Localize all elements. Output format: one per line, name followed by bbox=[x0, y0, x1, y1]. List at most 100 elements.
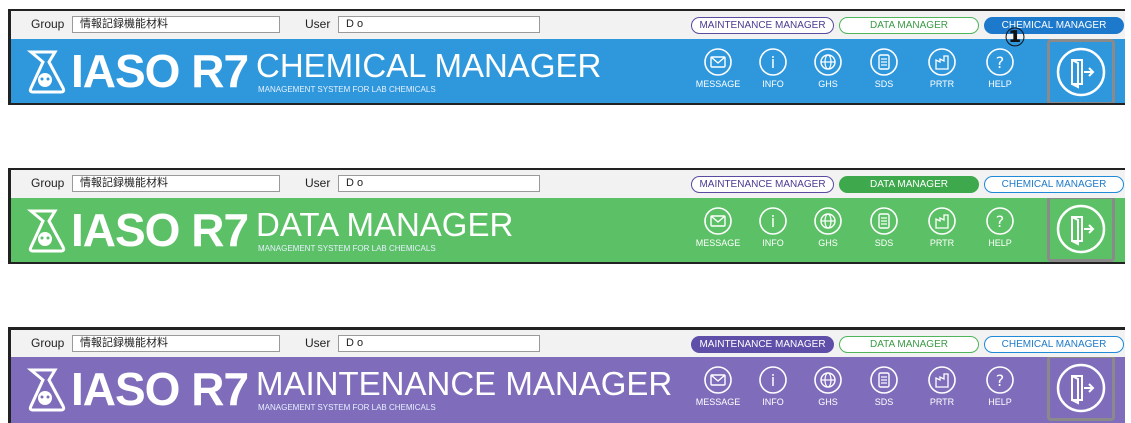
help-button[interactable]: ? HELP bbox=[973, 206, 1027, 248]
help-button[interactable]: ? HELP bbox=[973, 365, 1027, 407]
top-bar: Group 情報記録機能材料 User D o MAINTENANCE MANA… bbox=[8, 9, 1125, 39]
data-manager-button[interactable]: DATA MANAGER bbox=[839, 336, 979, 353]
header-maintenance-manager: Group 情報記録機能材料 User D o MAINTENANCE MANA… bbox=[8, 327, 1125, 423]
prtr-label: PRTR bbox=[929, 238, 955, 248]
svg-text:i: i bbox=[771, 371, 775, 390]
info-icon: i bbox=[759, 48, 787, 76]
factory-icon bbox=[928, 48, 956, 76]
prtr-label: PRTR bbox=[929, 79, 955, 89]
exit-button[interactable] bbox=[1047, 39, 1115, 103]
exit-door-icon bbox=[1056, 204, 1106, 254]
factory-icon bbox=[928, 366, 956, 394]
top-bar: Group 情報記録機能材料 User D o MAINTENANCE MANA… bbox=[8, 168, 1125, 198]
exit-door-icon bbox=[1056, 363, 1106, 413]
info-label: INFO bbox=[762, 79, 784, 89]
user-field[interactable]: D o bbox=[338, 16, 540, 33]
sds-button[interactable]: SDS bbox=[857, 47, 911, 89]
app-title: CHEMICAL MANAGER bbox=[256, 47, 602, 84]
prtr-button[interactable]: PRTR bbox=[915, 47, 969, 89]
exit-button[interactable] bbox=[1047, 357, 1115, 421]
user-field[interactable]: D o bbox=[338, 335, 540, 352]
help-icon: ? bbox=[986, 366, 1014, 394]
globe-icon bbox=[814, 48, 842, 76]
mascot-logo-icon bbox=[26, 50, 66, 94]
group-label: Group bbox=[31, 176, 65, 190]
info-button[interactable]: i INFO bbox=[746, 47, 800, 89]
app-title: MAINTENANCE MANAGER bbox=[256, 365, 673, 402]
data-manager-button[interactable]: DATA MANAGER bbox=[839, 176, 979, 193]
help-label: HELP bbox=[988, 238, 1012, 248]
group-field[interactable]: 情報記録機能材料 bbox=[72, 335, 280, 352]
help-icon: ? bbox=[986, 207, 1014, 235]
prtr-button[interactable]: PRTR bbox=[915, 206, 969, 248]
group-label: Group bbox=[31, 17, 65, 31]
svg-text:i: i bbox=[771, 53, 775, 72]
ghs-button[interactable]: GHS bbox=[801, 47, 855, 89]
sds-button[interactable]: SDS bbox=[857, 365, 911, 407]
sds-label: SDS bbox=[874, 79, 894, 89]
info-icon: i bbox=[759, 207, 787, 235]
sds-label: SDS bbox=[874, 238, 894, 248]
group-field[interactable]: 情報記録機能材料 bbox=[72, 175, 280, 192]
help-label: HELP bbox=[988, 397, 1012, 407]
user-field[interactable]: D o bbox=[338, 175, 540, 192]
group-field[interactable]: 情報記録機能材料 bbox=[72, 16, 280, 33]
chemical-manager-button[interactable]: CHEMICAL MANAGER bbox=[984, 336, 1124, 353]
data-manager-button[interactable]: DATA MANAGER bbox=[839, 17, 979, 34]
message-label: MESSAGE bbox=[695, 79, 741, 89]
factory-icon bbox=[928, 207, 956, 235]
message-button[interactable]: MESSAGE bbox=[691, 47, 745, 89]
help-label: HELP bbox=[988, 79, 1012, 89]
info-button[interactable]: i INFO bbox=[746, 206, 800, 248]
prtr-label: PRTR bbox=[929, 397, 955, 407]
title-bar: IASO R7 MAINTENANCE MANAGER MANAGEMENT S… bbox=[8, 357, 1125, 423]
header-chemical-manager: Group 情報記録機能材料 User D o MAINTENANCE MANA… bbox=[8, 9, 1125, 105]
svg-text:i: i bbox=[771, 212, 775, 231]
iaso-logo: IASO R7 bbox=[71, 363, 249, 415]
sds-label: SDS bbox=[874, 397, 894, 407]
envelope-icon bbox=[704, 366, 732, 394]
mascot-logo-icon bbox=[26, 209, 66, 253]
iaso-logo: IASO R7 bbox=[71, 45, 249, 97]
document-icon bbox=[870, 48, 898, 76]
sds-button[interactable]: SDS bbox=[857, 206, 911, 248]
maintenance-manager-button[interactable]: MAINTENANCE MANAGER bbox=[691, 17, 834, 34]
envelope-icon bbox=[704, 48, 732, 76]
app-title: DATA MANAGER bbox=[256, 206, 514, 243]
svg-text:?: ? bbox=[996, 371, 1005, 390]
user-label: User bbox=[305, 176, 331, 190]
ghs-button[interactable]: GHS bbox=[801, 365, 855, 407]
iaso-logo: IASO R7 bbox=[71, 204, 249, 256]
app-subtitle: MANAGEMENT SYSTEM FOR LAB CHEMICALS bbox=[258, 244, 436, 253]
app-subtitle: MANAGEMENT SYSTEM FOR LAB CHEMICALS bbox=[258, 403, 436, 412]
info-label: INFO bbox=[762, 397, 784, 407]
ghs-label: GHS bbox=[818, 397, 838, 407]
mascot-logo-icon bbox=[26, 368, 66, 412]
message-button[interactable]: MESSAGE bbox=[691, 365, 745, 407]
message-button[interactable]: MESSAGE bbox=[691, 206, 745, 248]
title-bar: IASO R7 DATA MANAGER MANAGEMENT SYSTEM F… bbox=[8, 198, 1125, 264]
header-data-manager: Group 情報記録機能材料 User D o MAINTENANCE MANA… bbox=[8, 168, 1125, 264]
ghs-button[interactable]: GHS bbox=[801, 206, 855, 248]
document-icon bbox=[870, 207, 898, 235]
message-label: MESSAGE bbox=[695, 397, 741, 407]
svg-text:?: ? bbox=[996, 53, 1005, 72]
document-icon bbox=[870, 366, 898, 394]
message-label: MESSAGE bbox=[695, 238, 741, 248]
group-label: Group bbox=[31, 336, 65, 350]
envelope-icon bbox=[704, 207, 732, 235]
chemical-manager-button[interactable]: CHEMICAL MANAGER bbox=[984, 176, 1124, 193]
annotation-marker: ① bbox=[1004, 22, 1027, 52]
exit-door-icon bbox=[1056, 47, 1106, 97]
info-icon: i bbox=[759, 366, 787, 394]
ghs-label: GHS bbox=[818, 79, 838, 89]
maintenance-manager-button[interactable]: MAINTENANCE MANAGER bbox=[691, 336, 834, 353]
app-subtitle: MANAGEMENT SYSTEM FOR LAB CHEMICALS bbox=[258, 85, 436, 94]
help-button[interactable]: ? HELP bbox=[973, 47, 1027, 89]
maintenance-manager-button[interactable]: MAINTENANCE MANAGER bbox=[691, 176, 834, 193]
title-bar: IASO R7 CHEMICAL MANAGER MANAGEMENT SYST… bbox=[8, 39, 1125, 105]
exit-button[interactable] bbox=[1047, 198, 1115, 262]
prtr-button[interactable]: PRTR bbox=[915, 365, 969, 407]
globe-icon bbox=[814, 207, 842, 235]
info-button[interactable]: i INFO bbox=[746, 365, 800, 407]
